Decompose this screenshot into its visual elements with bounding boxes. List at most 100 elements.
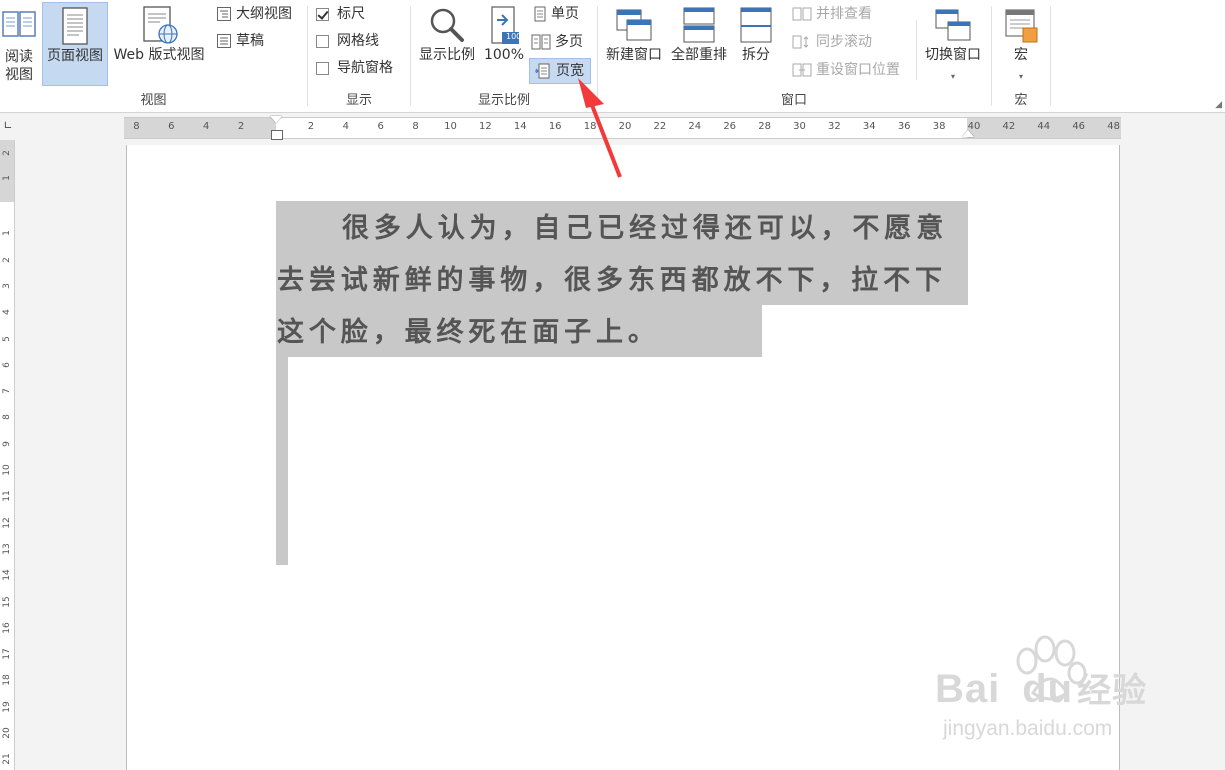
show-group: 标尺 网格线 导航窗格 显示 — [308, 0, 410, 112]
zoom-group: 显示比例 100 100% 单页 多页 页宽 显示比例 — [411, 0, 597, 112]
gridlines-label: 网格线 — [337, 33, 379, 49]
switch-windows-label: 切换窗口 — [925, 47, 981, 63]
outline-label: 大纲视图 — [236, 6, 292, 22]
ruler-number: 2 — [2, 256, 12, 263]
page-width-button[interactable]: 页宽 — [529, 58, 591, 84]
one-page-button[interactable]: 单页 — [533, 3, 579, 25]
magnifier-icon — [430, 8, 464, 42]
chevron-down-icon[interactable]: ▾ — [996, 68, 1046, 86]
switch-windows-button[interactable]: 切换窗口 ▾ — [920, 2, 986, 86]
watermark-url: jingyan.baidu.com — [943, 717, 1113, 740]
multi-page-icon — [531, 34, 551, 50]
macros-button[interactable]: 宏 ▾ — [996, 2, 1046, 86]
arrange-all-label: 全部重排 — [671, 47, 727, 63]
sync-scroll-label: 同步滚动 — [816, 34, 872, 50]
ruler-number: 14 — [2, 569, 12, 581]
ruler-number: 4 — [203, 121, 210, 132]
new-window-button[interactable]: 新建窗口 — [600, 2, 668, 86]
ruler-number: 4 — [342, 121, 349, 132]
macro-group-label: 宏 — [1014, 93, 1028, 108]
ruler-number: 4 — [2, 309, 12, 316]
ruler-number: 11 — [2, 490, 12, 503]
ruler-number: 42 — [1002, 121, 1016, 132]
ruler-number: 16 — [2, 622, 12, 634]
arrange-all-button[interactable]: 全部重排 — [668, 2, 730, 86]
web-layout-button[interactable]: Web 版式视图 — [110, 2, 208, 86]
switch-windows-icon — [935, 9, 971, 41]
zoom-group-label: 显示比例 — [477, 93, 530, 108]
ruler-number: 30 — [793, 121, 806, 132]
horizontal-ruler[interactable]: 8 6 4 2 2 4 6 8 10 12 14 16 18 20 22 24 26 28 30 32 34 36 38 40… — [124, 116, 1121, 140]
ruler-number: 2 — [2, 150, 12, 156]
window-group-label: 窗口 — [780, 93, 807, 108]
ruler-number: 26 — [723, 121, 737, 132]
watermark-brand-cn: 经验 — [1077, 672, 1148, 710]
side-by-side-button[interactable]: 并排查看 — [792, 3, 872, 25]
separator — [1050, 6, 1051, 106]
ribbon-collapse-icon[interactable]: ◢ — [1215, 100, 1222, 110]
ruler-left-margin — [124, 118, 276, 138]
split-button[interactable]: 拆分 — [734, 2, 778, 86]
multi-page-label: 多页 — [555, 34, 583, 50]
ruler-number: 7 — [2, 388, 12, 394]
single-page-icon — [534, 6, 546, 22]
book-icon — [2, 11, 36, 37]
ruler-number: 20 — [618, 121, 632, 132]
ruler-number: 17 — [2, 648, 12, 660]
ruler-number: 12 — [2, 516, 12, 529]
ruler-checkbox[interactable]: 标尺 — [316, 3, 365, 25]
draft-button[interactable]: 草稿 — [216, 30, 264, 52]
ruler-number: 36 — [897, 121, 911, 132]
document-paragraph[interactable]: 很多人认为，自己已经过得还可以，不愿意 去尝试新鲜的事物，很多东西都放不下，拉不… — [277, 203, 977, 359]
read-mode-button[interactable]: 阅读 视图 — [0, 2, 38, 86]
ruler-number: 14 — [513, 121, 527, 132]
zoom-button[interactable]: 显示比例 — [413, 2, 481, 86]
view-group: 阅读 视图 页面视图 Web 版式视图 大纲视图 草稿 视图 — [0, 0, 307, 112]
first-line-indent-marker[interactable] — [270, 116, 282, 123]
print-layout-button[interactable]: 页面视图 — [42, 2, 108, 86]
one-page-label: 单页 — [551, 6, 579, 22]
ruler-number: 32 — [828, 121, 841, 132]
text-line: 很多人认为，自己已经过得还可以，不愿意 — [342, 213, 949, 244]
new-window-label: 新建窗口 — [606, 47, 662, 63]
sync-scroll-button[interactable]: 同步滚动 — [792, 31, 872, 53]
ruler-number: 21 — [2, 753, 12, 766]
hundred-label: 100% — [483, 47, 525, 63]
ruler-number: 9 — [2, 440, 12, 447]
ruler-number: 38 — [932, 121, 946, 132]
nav-pane-checkbox[interactable]: 导航窗格 — [316, 57, 393, 79]
ruler-number: 48 — [1107, 121, 1120, 132]
gridlines-checkbox[interactable]: 网格线 — [316, 30, 379, 52]
separator — [916, 20, 917, 80]
ruler-number: 46 — [1072, 121, 1086, 132]
window-group: 新建窗口 全部重排 拆分 并排查看 同步滚动 重设窗口位置 切换窗口 ▾ 窗口 — [598, 0, 990, 112]
ruler-number: 12 — [479, 121, 492, 132]
ruler-number: 18 — [583, 121, 597, 132]
left-indent-marker[interactable] — [271, 130, 283, 140]
text-line: 这个脸，最终死在面子上。 — [277, 317, 660, 348]
ruler-number: 2 — [237, 121, 245, 132]
page-icon — [62, 7, 88, 45]
reset-position-button[interactable]: 重设窗口位置 — [792, 59, 900, 81]
ruler-check-icon[interactable] — [316, 7, 329, 21]
vertical-ruler[interactable]: 2 1 1 2 3 4 5 6 7 8 9 10 11 12 13 14 15 16 17 18 19 20 21 — [0, 140, 15, 770]
ruler-number: 6 — [168, 121, 175, 132]
gridlines-check-icon[interactable] — [316, 34, 329, 48]
tab-selector[interactable]: ∟ — [1, 119, 15, 135]
hundred-badge: 100 — [506, 32, 522, 41]
arrange-all-icon — [683, 7, 715, 43]
nav-pane-check-icon[interactable] — [316, 61, 329, 75]
macros-label: 宏 — [1014, 47, 1028, 63]
ruler-number: 44 — [1037, 121, 1051, 132]
ruler-number: 40 — [967, 121, 981, 132]
chevron-down-icon[interactable]: ▾ — [920, 68, 986, 86]
ruler-number: 6 — [377, 121, 384, 132]
outline-button[interactable]: 大纲视图 — [216, 3, 292, 25]
ruler-number: 8 — [412, 121, 419, 132]
ruler-number: 6 — [2, 361, 12, 368]
ruler-number: 8 — [2, 414, 12, 421]
hundred-percent-button[interactable]: 100 100% — [483, 2, 525, 86]
ruler-number: 18 — [2, 674, 12, 687]
sync-scroll-icon — [792, 35, 809, 49]
multi-page-button[interactable]: 多页 — [531, 31, 583, 53]
